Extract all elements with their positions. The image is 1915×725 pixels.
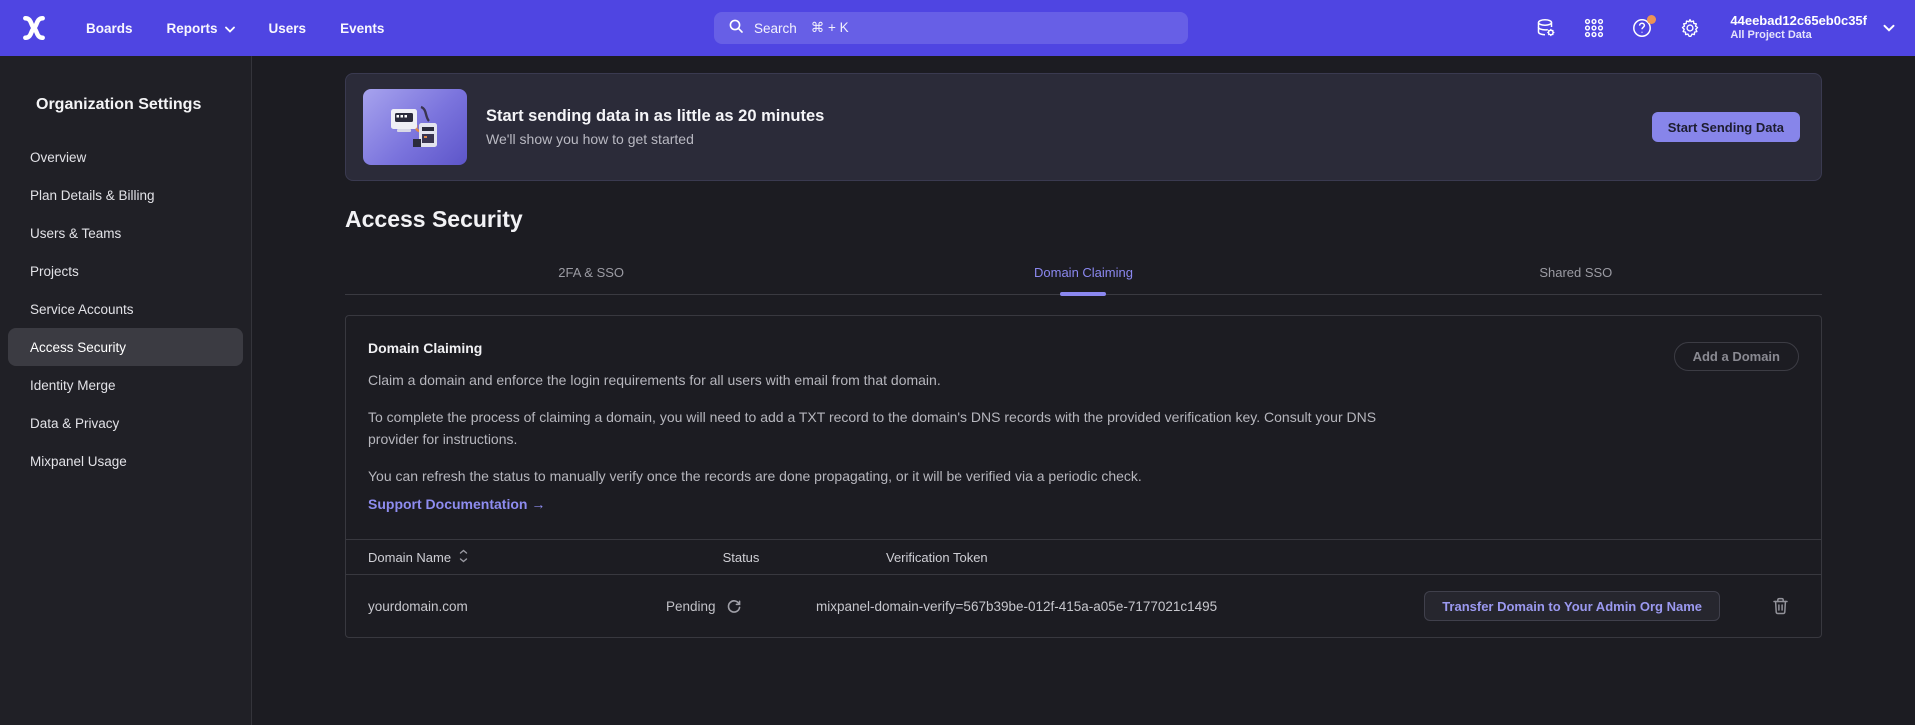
getting-started-banner: Start sending data in as little as 20 mi… xyxy=(345,73,1822,181)
sidebar-item-plan-details-billing[interactable]: Plan Details & Billing xyxy=(8,176,243,214)
trash-icon[interactable] xyxy=(1772,597,1789,615)
chevron-down-icon xyxy=(225,21,235,36)
status-cell: Pending xyxy=(666,598,816,614)
search-icon xyxy=(728,18,744,39)
sidebar-item-identity-merge[interactable]: Identity Merge xyxy=(8,366,243,404)
domain-name-cell: yourdomain.com xyxy=(346,599,666,614)
column-header-status: Status xyxy=(666,550,816,565)
tab-2fa-sso[interactable]: 2FA & SSO xyxy=(345,265,837,294)
org-settings-sidebar: Organization Settings Overview Plan Deta… xyxy=(0,56,252,725)
getting-started-illustration-icon xyxy=(363,89,467,165)
mixpanel-logo-icon[interactable] xyxy=(16,10,52,46)
add-domain-button[interactable]: Add a Domain xyxy=(1674,342,1799,371)
help-icon[interactable] xyxy=(1630,16,1654,40)
banner-title: Start sending data in as little as 20 mi… xyxy=(486,105,824,127)
nav-events[interactable]: Events xyxy=(340,21,384,36)
sidebar-item-overview[interactable]: Overview xyxy=(8,138,243,176)
sidebar-item-service-accounts[interactable]: Service Accounts xyxy=(8,290,243,328)
top-navbar: Boards Reports Users Events Search ⌘ + K xyxy=(0,0,1915,56)
search-shortcut: ⌘ + K xyxy=(811,20,849,36)
sidebar-item-projects[interactable]: Projects xyxy=(8,252,243,290)
sidebar-item-mixpanel-usage[interactable]: Mixpanel Usage xyxy=(8,442,243,480)
card-description-3: You can refresh the status to manually v… xyxy=(368,466,1428,486)
mixpanel-app: Boards Reports Users Events Search ⌘ + K xyxy=(0,0,1915,725)
sidebar-title: Organization Settings xyxy=(0,96,251,114)
column-header-domain-name[interactable]: Domain Name xyxy=(346,549,666,566)
navbar-left: Boards Reports Users Events xyxy=(16,10,384,46)
sort-icon xyxy=(459,549,468,566)
refresh-status-icon[interactable] xyxy=(726,598,742,614)
domains-table: Domain Name Status Verification Token xyxy=(346,539,1821,637)
nav-reports[interactable]: Reports xyxy=(167,21,235,36)
project-name: All Project Data xyxy=(1730,29,1867,43)
column-header-verification-token: Verification Token xyxy=(816,550,1431,565)
apps-grid-icon[interactable] xyxy=(1582,16,1606,40)
sidebar-item-users-teams[interactable]: Users & Teams xyxy=(8,214,243,252)
chevron-down-icon xyxy=(1883,19,1895,37)
row-actions: Transfer Domain to Your Admin Org Name xyxy=(1431,591,1821,621)
banner-subtitle: We'll show you how to get started xyxy=(486,129,824,149)
tab-domain-claiming[interactable]: Domain Claiming xyxy=(837,265,1329,294)
tab-bar: 2FA & SSO Domain Claiming Shared SSO xyxy=(345,265,1822,295)
start-sending-data-button[interactable]: Start Sending Data xyxy=(1652,112,1800,142)
main-content: Start sending data in as little as 20 mi… xyxy=(252,56,1915,725)
card-description-1: Claim a domain and enforce the login req… xyxy=(368,370,1428,390)
tab-shared-sso[interactable]: Shared SSO xyxy=(1330,265,1822,294)
card-title: Domain Claiming xyxy=(368,338,1799,358)
search-placeholder: Search xyxy=(754,21,797,36)
sidebar-item-access-security[interactable]: Access Security xyxy=(8,328,243,366)
notification-dot xyxy=(1647,15,1656,24)
support-documentation-link[interactable]: Support Documentation → xyxy=(368,494,545,514)
org-id: 44eebad12c65eb0c35f xyxy=(1730,13,1867,29)
nav-boards[interactable]: Boards xyxy=(86,21,133,36)
card-description-2: To complete the process of claiming a do… xyxy=(368,406,1428,450)
transfer-domain-button[interactable]: Transfer Domain to Your Admin Org Name xyxy=(1424,591,1720,621)
navbar-right: 44eebad12c65eb0c35f All Project Data xyxy=(1534,13,1895,43)
status-badge: Pending xyxy=(666,599,716,614)
table-header-row: Domain Name Status Verification Token xyxy=(346,539,1821,575)
page-title: Access Security xyxy=(345,205,1822,233)
data-management-icon[interactable] xyxy=(1534,16,1558,40)
sidebar-item-data-privacy[interactable]: Data & Privacy xyxy=(8,404,243,442)
verification-token-cell: mixpanel-domain-verify=567b39be-012f-415… xyxy=(816,599,1431,614)
search-input[interactable]: Search ⌘ + K xyxy=(714,12,1188,44)
primary-nav: Boards Reports Users Events xyxy=(86,21,384,36)
domain-table-row: yourdomain.com Pending mix xyxy=(346,575,1821,637)
nav-users[interactable]: Users xyxy=(269,21,307,36)
body: Organization Settings Overview Plan Deta… xyxy=(0,56,1915,725)
org-switcher[interactable]: 44eebad12c65eb0c35f All Project Data xyxy=(1730,13,1895,43)
gear-icon[interactable] xyxy=(1678,16,1702,40)
domain-claiming-card: Add a Domain Domain Claiming Claim a dom… xyxy=(345,315,1822,638)
